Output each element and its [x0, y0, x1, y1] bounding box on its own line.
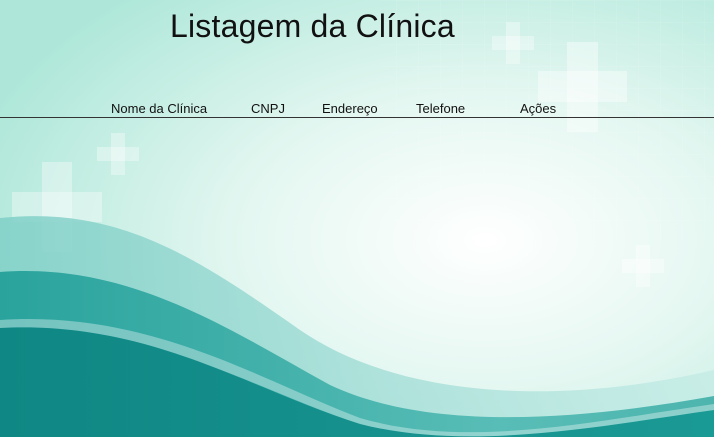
column-header-telefone: Telefone — [416, 101, 466, 116]
page-title: Listagem da Clínica — [170, 8, 455, 44]
medical-background — [0, 0, 714, 437]
column-header-endereco: Endereço — [322, 101, 378, 116]
table-header: Nome da Clínica CNPJ Endereço Telefone A… — [0, 100, 714, 118]
column-header-nome: Nome da Clínica — [111, 101, 208, 116]
column-header-acoes: Ações — [520, 101, 557, 116]
column-header-cnpj: CNPJ — [251, 101, 285, 116]
